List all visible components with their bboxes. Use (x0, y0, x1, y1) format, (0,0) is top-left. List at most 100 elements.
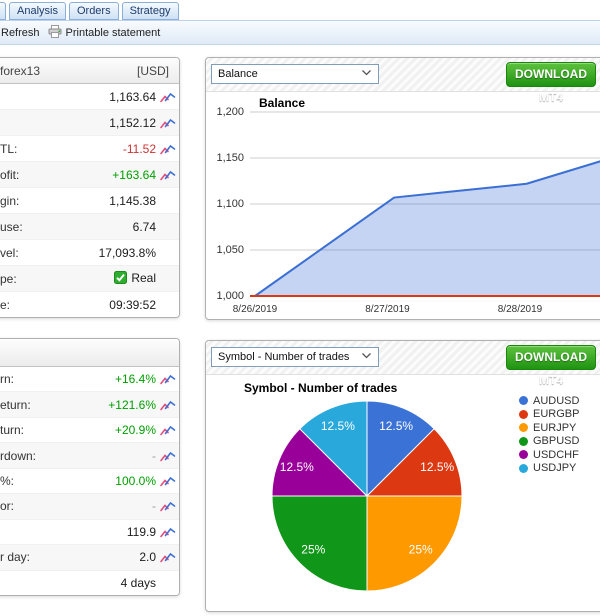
svg-text:12.5%: 12.5% (379, 419, 413, 433)
stat-row: 119.9 (0, 520, 179, 545)
refresh-button[interactable]: Refresh (1, 27, 40, 39)
row-label: ofit: (0, 168, 19, 182)
row-label: gin: (0, 194, 19, 208)
y-tick-label: 1,150 (206, 152, 244, 164)
stat-row: 4 days (0, 571, 179, 595)
tab-strategy[interactable]: Strategy (122, 2, 179, 20)
tab-orders[interactable]: Orders (69, 2, 119, 20)
statistics-panel-header (0, 339, 179, 367)
row-value: 6.74 (23, 220, 156, 234)
stat-row: pe:Real (0, 266, 179, 292)
symbol-pie-select[interactable]: Symbol - Number of trades (211, 347, 379, 367)
y-tick-label: 1,100 (206, 198, 244, 210)
balance-chart-toolbar: Balance DOWNLOAD MT4 (206, 58, 600, 92)
balance-area-chart (250, 106, 600, 306)
refresh-label: Refresh (1, 27, 40, 39)
legend-dot (519, 450, 528, 459)
chevron-down-icon (361, 68, 372, 80)
row-label: use: (0, 220, 23, 234)
toolbar: Refresh Printable statement (0, 20, 600, 45)
tab-partial[interactable] (0, 2, 6, 20)
icon-spacer (160, 299, 176, 311)
mini-chart-icon[interactable] (160, 526, 176, 538)
row-label: %: (0, 474, 14, 488)
mini-chart-icon[interactable] (160, 450, 176, 462)
icon-spacer (160, 273, 176, 285)
row-value: +20.9% (24, 423, 156, 437)
balance-chart-area: Balance 1,0001,0501,1001,1501,200 8/26/2… (206, 93, 600, 319)
stat-row: eturn:+121.6% (0, 392, 179, 417)
download-mt4-button[interactable]: DOWNLOAD MT4 (506, 345, 596, 370)
printable-statement-label: Printable statement (66, 27, 161, 39)
row-value: 4 days (0, 576, 156, 590)
mini-chart-icon[interactable] (160, 373, 176, 385)
row-label: eturn: (0, 398, 31, 412)
account-name: forex13 (0, 64, 40, 78)
chevron-down-icon (361, 351, 372, 363)
mini-chart-icon[interactable] (160, 143, 176, 155)
row-value: 1,145.38 (19, 194, 156, 208)
y-tick-label: 1,200 (206, 106, 244, 118)
legend-dot (519, 396, 528, 405)
svg-text:12.5%: 12.5% (280, 460, 314, 474)
icon-spacer (160, 221, 176, 233)
svg-text:12.5%: 12.5% (420, 460, 454, 474)
row-value: 100.0% (14, 474, 156, 488)
stat-row: or:- (0, 494, 179, 519)
row-label: TL: (0, 142, 17, 156)
stat-row: use:6.74 (0, 214, 179, 240)
stat-row: gin:1,145.38 (0, 188, 179, 214)
stat-row: ofit:+163.64 (0, 162, 179, 188)
account-panel: forex13 [USD] 1,163.641,152.12TL:-11.52o… (0, 57, 180, 318)
legend-label: EURGBP (533, 408, 579, 420)
row-value: +121.6% (31, 398, 156, 412)
legend-label: USDJPY (533, 462, 576, 474)
row-label: pe: (0, 272, 17, 286)
mini-chart-icon[interactable] (160, 551, 176, 563)
row-label: turn: (0, 423, 24, 437)
row-label: or: (0, 499, 14, 513)
svg-text:12.5%: 12.5% (321, 419, 355, 433)
tab-analysis[interactable]: Analysis (9, 2, 66, 20)
mini-chart-icon[interactable] (160, 169, 176, 181)
row-label: vel: (0, 246, 19, 260)
stat-row: turn:+20.9% (0, 418, 179, 443)
symbol-pie-area: Symbol - Number of trades 12.5%12.5%25%2… (206, 376, 600, 611)
icon-spacer (160, 195, 176, 207)
row-value: +163.64 (19, 168, 156, 182)
icon-spacer (160, 577, 176, 589)
mini-chart-icon[interactable] (160, 424, 176, 436)
balance-chart-panel: Balance DOWNLOAD MT4 Balance 1,0001,0501… (205, 57, 600, 320)
svg-text:25%: 25% (409, 543, 433, 557)
row-value: - (36, 449, 156, 463)
symbol-pie-legend: AUDUSDEURGBPEURJPYGBPUSDUSDCHFUSDJPY (519, 394, 579, 475)
download-mt4-button[interactable]: DOWNLOAD MT4 (506, 62, 596, 87)
legend-label: EURJPY (533, 422, 576, 434)
legend-item: USDCHF (519, 448, 579, 462)
row-label: r day: (0, 550, 30, 564)
row-label: rdown: (0, 449, 36, 463)
mini-chart-icon[interactable] (160, 117, 176, 129)
balance-chart-select[interactable]: Balance (211, 64, 379, 84)
account-rows: 1,163.641,152.12TL:-11.52ofit:+163.64gin… (0, 84, 179, 317)
legend-item: GBPUSD (519, 435, 579, 449)
mini-chart-icon[interactable] (160, 475, 176, 487)
legend-dot (519, 464, 528, 473)
legend-dot (519, 423, 528, 432)
printable-statement-button[interactable]: Printable statement (48, 25, 161, 41)
row-value: 2.0 (30, 550, 156, 564)
stat-row: 1,152.12 (0, 110, 179, 136)
x-tick-label: 8/26/2019 (225, 304, 285, 315)
balance-chart-select-value: Balance (218, 68, 258, 80)
row-value: Real (17, 271, 156, 287)
symbol-pie-select-value: Symbol - Number of trades (218, 351, 349, 363)
legend-dot (519, 410, 528, 419)
mini-chart-icon[interactable] (160, 399, 176, 411)
row-value: -11.52 (17, 142, 156, 156)
mini-chart-icon[interactable] (160, 91, 176, 103)
row-value: 1,163.64 (0, 90, 156, 104)
mini-chart-icon[interactable] (160, 500, 176, 512)
legend-label: USDCHF (533, 449, 579, 461)
row-label: e: (0, 298, 10, 312)
row-value: 09:39:52 (10, 298, 156, 312)
